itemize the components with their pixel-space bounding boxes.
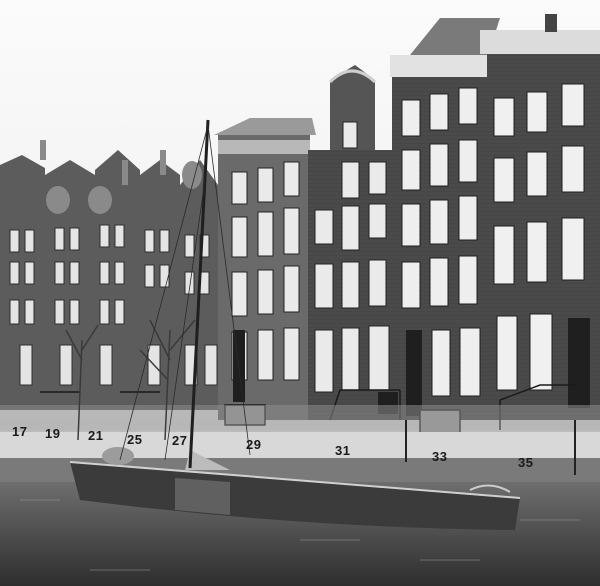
house-number-label: 27: [172, 433, 188, 448]
house-number-label: 17: [12, 424, 28, 439]
photo-illustration: [0, 0, 600, 586]
house-number-label: 33: [432, 449, 448, 464]
house-number-label: 35: [518, 455, 534, 470]
house-number-label: 19: [45, 426, 61, 441]
house-number-label: 25: [127, 432, 143, 447]
house-number-label: 29: [246, 437, 262, 452]
house-number-label: 21: [88, 428, 104, 443]
photo-canal-houses: 17 19 21 25 27 29 31 33 35: [0, 0, 600, 586]
house-number-label: 31: [335, 443, 351, 458]
